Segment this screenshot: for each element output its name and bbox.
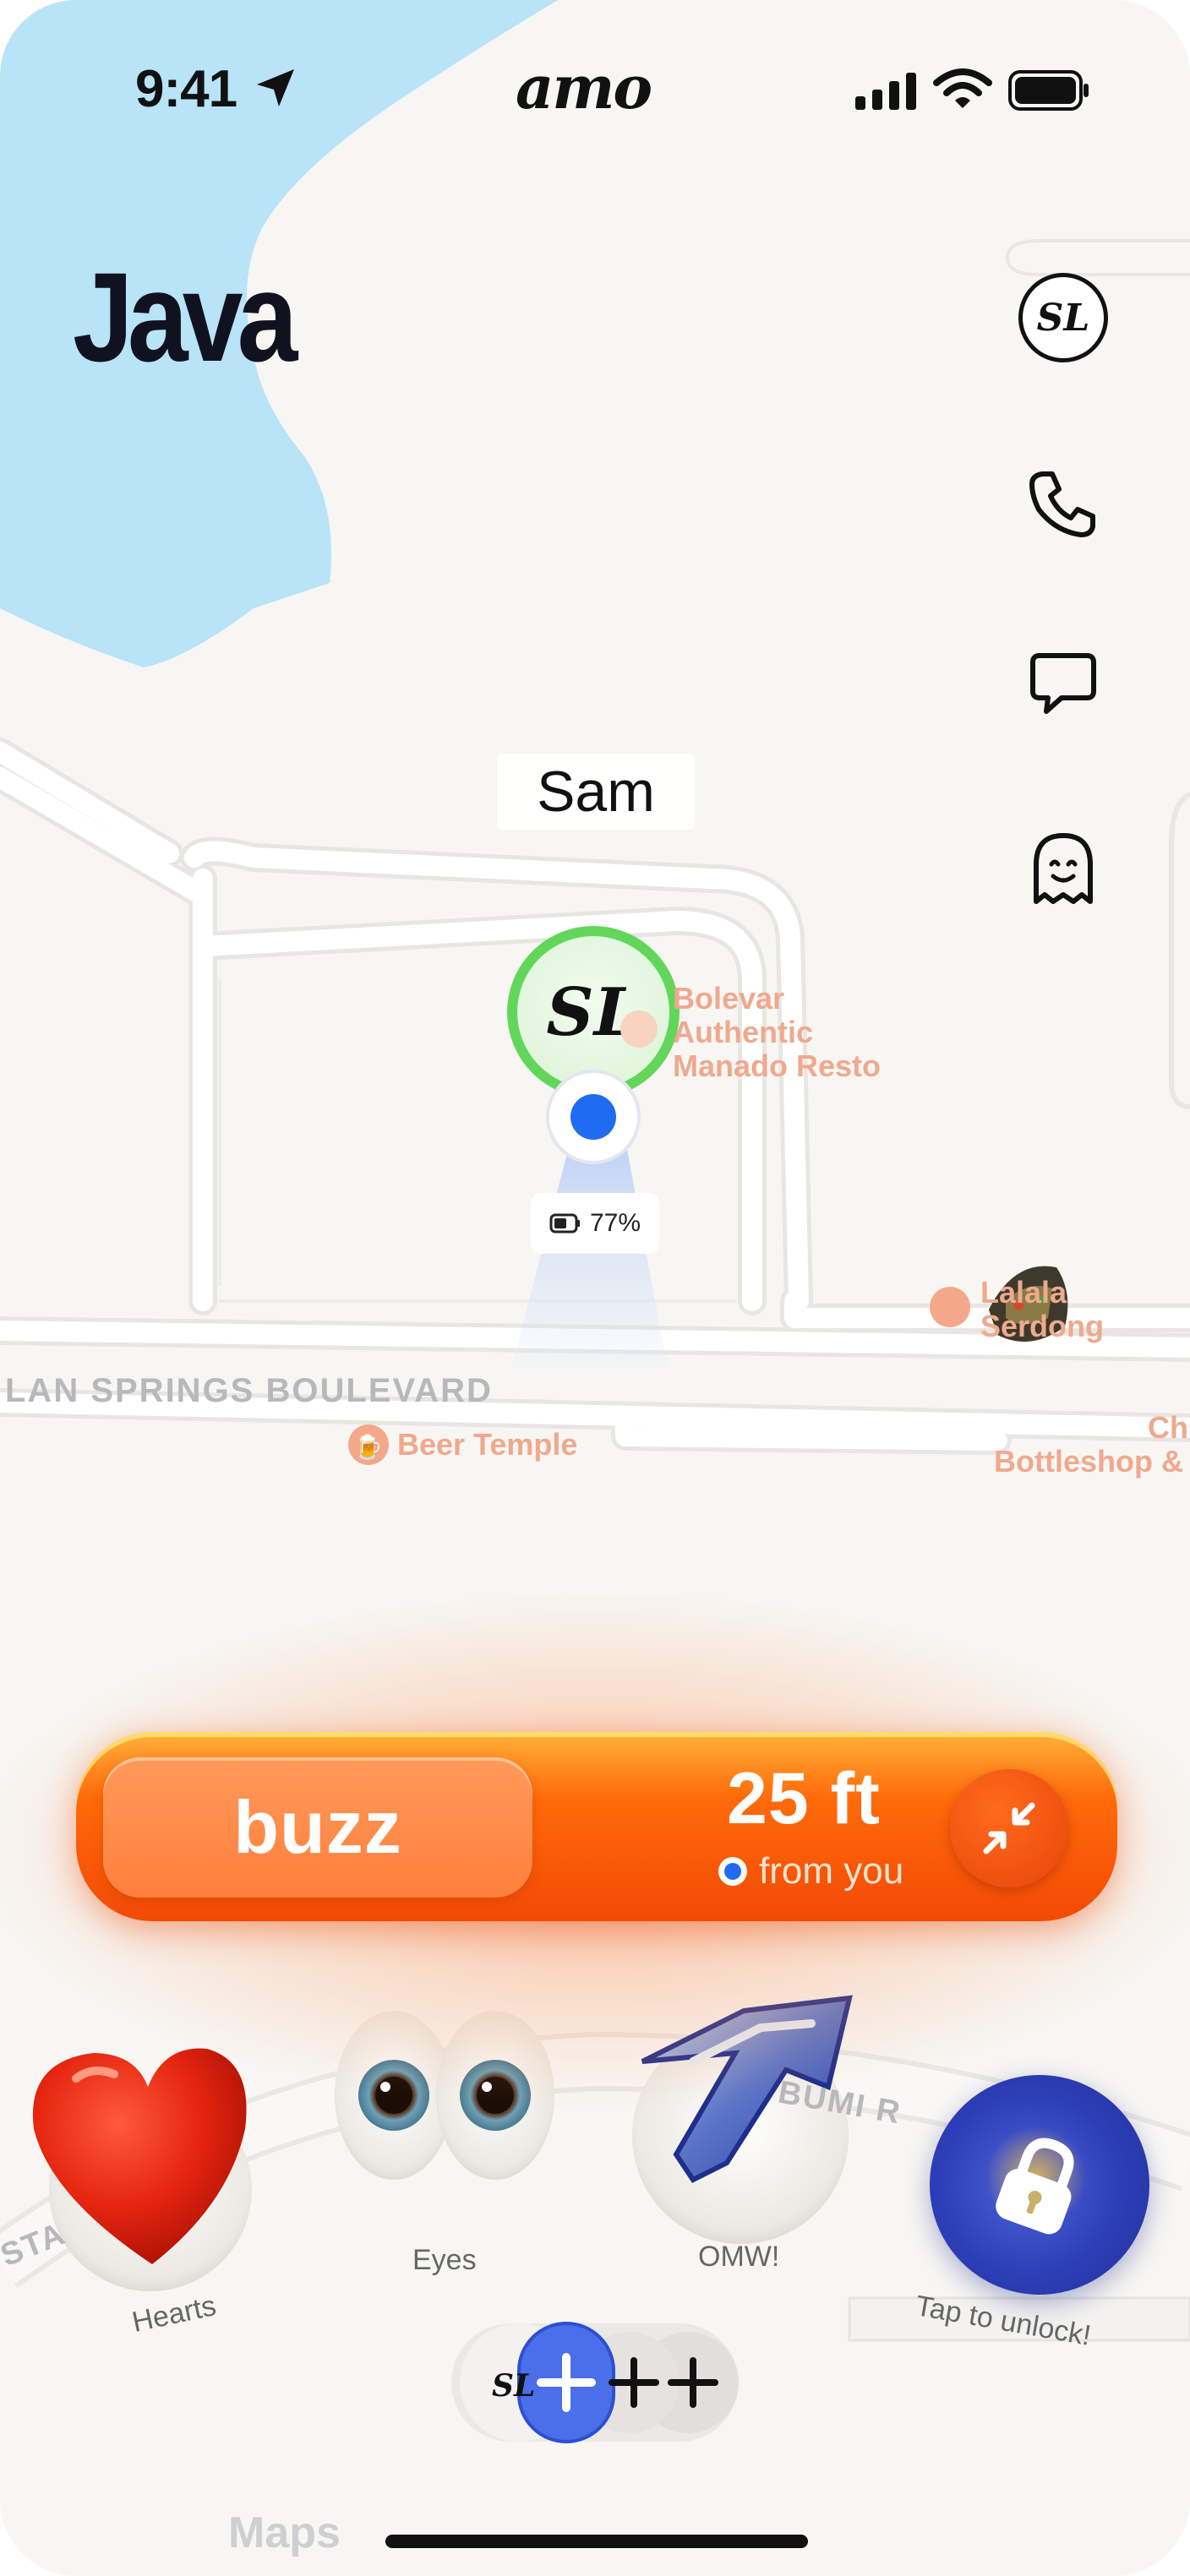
you-location-icon: [718, 1857, 747, 1886]
battery-percent: 77%: [589, 1209, 641, 1237]
unlock-button[interactable]: [930, 2075, 1149, 2295]
battery-icon: [549, 1213, 580, 1234]
reaction-omw-button[interactable]: [634, 2011, 854, 2247]
location-arrow-icon: [257, 69, 294, 106]
distance-value: 25 ft: [727, 1758, 881, 1839]
battery-status-icon: [1008, 70, 1089, 111]
wifi-icon: [933, 68, 992, 108]
avatar-button[interactable]: SL: [1013, 267, 1114, 368]
place-label: Java: [73, 246, 298, 388]
reaction-eyes-button[interactable]: [330, 2002, 566, 2222]
phone-icon: [1029, 471, 1095, 537]
ghost-mode-button[interactable]: [1013, 818, 1114, 919]
add-strip-initials: SL: [492, 2368, 535, 2404]
app-logo: amo: [516, 52, 652, 123]
collapse-arrows-icon: [983, 1802, 1035, 1854]
reaction-eyes-label: Eyes: [412, 2244, 477, 2276]
road-label: LAN SPRINGS BOULEVARD: [5, 1372, 493, 1409]
avatar: SL: [1018, 273, 1108, 362]
chat-icon: [1030, 653, 1096, 714]
distance-caption-text: from you: [759, 1850, 904, 1892]
heading-cone: [511, 1141, 668, 1369]
poi-lalala-line1: Lalala: [980, 1275, 1067, 1310]
poi-chill-line1: Chill: [1148, 1410, 1190, 1445]
status-time: 9:41: [135, 60, 237, 118]
buzz-button[interactable]: buzz: [103, 1757, 532, 1898]
avatar-initials: SL: [1036, 296, 1090, 340]
cellular-signal-icon: [855, 73, 916, 110]
reaction-hearts-button[interactable]: [34, 2028, 270, 2281]
ghost-icon: [1034, 833, 1093, 904]
chat-button[interactable]: [1013, 632, 1114, 733]
lock-icon: [996, 2138, 1074, 2235]
svg-text:🍺: 🍺: [354, 1432, 384, 1461]
person-name-label: Sam: [497, 754, 695, 830]
poi-chill-line2: Bottleshop & B: [994, 1444, 1190, 1479]
poi-bolevar[interactable]: Bolevar Authentic Manado Resto: [673, 982, 881, 1083]
home-indicator[interactable]: [385, 2535, 808, 2548]
poi-bolevar-line3: Manado Resto: [673, 1048, 882, 1083]
food-poi-icon: [620, 1010, 658, 1048]
distance-caption: from you: [718, 1850, 903, 1893]
poi-bolevar-line1: Bolevar: [673, 981, 785, 1016]
poi-lalala-line2: Serdong: [980, 1309, 1105, 1343]
reaction-omw-label: OMW!: [698, 2241, 780, 2273]
battery-indicator: 77%: [531, 1193, 659, 1254]
poi-bolevar-line2: Authentic: [673, 1015, 813, 1049]
poi-beer-temple[interactable]: Beer Temple: [397, 1428, 577, 1462]
app-screen: { "status_bar": { "time": "9:41", "app_l…: [0, 0, 1190, 2576]
poi-lalala[interactable]: Lalala Serdong: [980, 1276, 1104, 1343]
shell-poi-icon: [930, 1287, 970, 1327]
maps-attribution: Maps: [228, 2508, 341, 2557]
poi-chill-bottleshop[interactable]: Chill Bottleshop & B: [960, 1411, 1190, 1479]
call-button[interactable]: [1013, 453, 1114, 554]
add-reaction-strip[interactable]: SL: [451, 2318, 744, 2447]
collapse-button[interactable]: [950, 1769, 1068, 1887]
